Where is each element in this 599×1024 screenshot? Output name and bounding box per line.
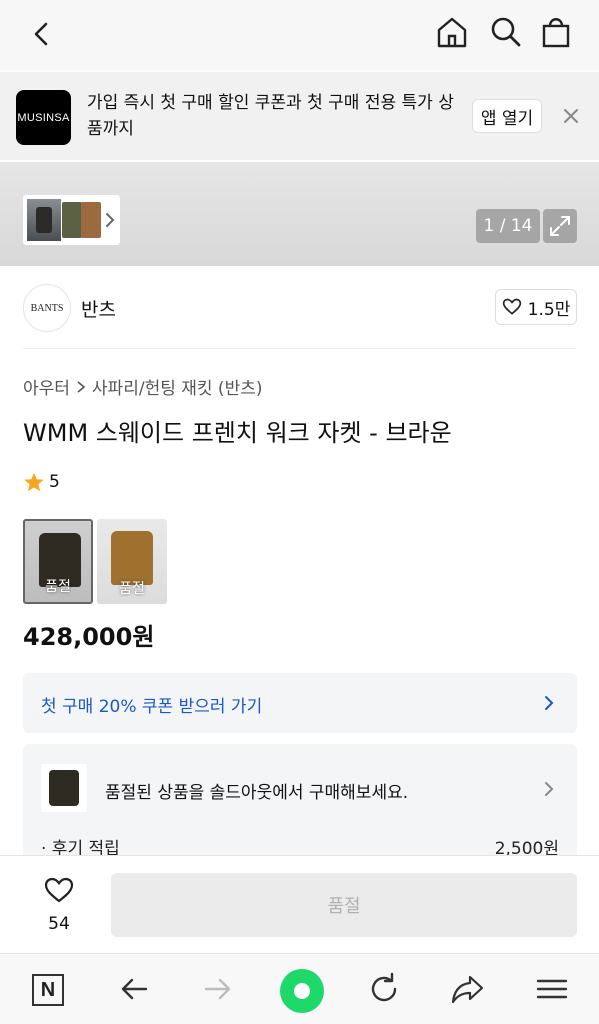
home-icon[interactable] [432,12,472,52]
image-counter: 1 / 14 [476,209,540,243]
wishlist-button[interactable]: 54 [38,876,80,934]
chevron-right-icon [103,209,117,231]
soldout-message: 품절된 상품을 솔드아웃에서 구매해보세요. [105,783,409,803]
coupon-banner[interactable]: 첫 구매 20% 쿠폰 받으러 가기 [23,673,577,733]
menu-icon[interactable] [532,969,572,1009]
close-icon[interactable] [561,106,581,126]
chevron-right-icon [543,694,555,712]
color-option-brown[interactable]: 품절 [97,519,167,604]
open-app-button[interactable]: 앱 열기 [472,99,542,133]
app-install-banner: MUSINSA 가입 즉시 첫 구매 할인 쿠폰과 첫 구매 전용 특가 상품까… [0,72,599,160]
top-nav [0,0,599,70]
back-arrow-icon[interactable] [22,14,62,54]
product-rating[interactable]: 5 [23,471,60,493]
soldout-label: 품절 [119,581,145,597]
musinsa-logo: MUSINSA [16,90,71,145]
expand-icon[interactable] [543,209,577,243]
thumbnail-image[interactable] [62,202,82,238]
naver-green-dot-button[interactable] [280,969,324,1013]
wishlist-count: 54 [48,914,70,934]
brand-name[interactable]: 반츠 [81,295,116,322]
shopping-bag-icon[interactable] [536,12,576,52]
search-icon[interactable] [486,12,526,52]
rating-value: 5 [49,472,60,492]
naver-home-button[interactable]: N [32,974,64,1006]
soldout-recommendation[interactable]: 품절된 상품을 솔드아웃에서 구매해보세요. · 후기 적립 2,500원 [23,744,577,859]
soldout-purchase-button[interactable]: 품절 [111,873,577,937]
product-price: 428,000원 [23,623,155,651]
purchase-action-bar: 54 품절 [0,855,599,953]
refresh-icon[interactable] [364,969,404,1009]
brand-row: BANTS 반츠 1.5만 [23,267,577,349]
thumbnail-image[interactable] [81,202,101,238]
product-image-gallery[interactable]: 1 / 14 [0,162,599,266]
breadcrumb-category[interactable]: 아우터 [23,374,70,399]
chevron-right-icon [543,780,555,798]
product-title: WMM 스웨이드 프렌치 워크 자켓 - 브라운 [23,419,452,447]
share-icon[interactable] [448,969,488,1009]
brand-like-button[interactable]: 1.5만 [495,289,577,325]
soldout-product-image [41,764,87,812]
brand-like-count: 1.5만 [527,299,571,320]
star-icon [24,472,44,492]
heart-icon [44,877,74,903]
soldout-label: 품절 [45,579,71,595]
brand-logo[interactable]: BANTS [23,284,71,332]
back-arrow-icon[interactable] [114,969,154,1009]
browser-toolbar: N [0,953,599,1024]
thumbnail-image[interactable] [27,199,61,241]
banner-message: 가입 즉시 첫 구매 할인 쿠폰과 첫 구매 전용 특가 상품까지 [87,93,454,139]
breadcrumb-subcategory[interactable]: 사파리/헌팅 재킷 (반츠) [92,374,263,399]
coupon-label: 첫 구매 20% 쿠폰 받으러 가기 [41,697,263,717]
chevron-right-icon [77,380,86,393]
gallery-thumbnails[interactable] [23,195,120,245]
forward-arrow-icon[interactable] [198,969,238,1009]
heart-icon [502,298,521,315]
color-option-dark[interactable]: 품절 [23,519,93,604]
breadcrumb: 아우터 사파리/헌팅 재킷 (반츠) [23,374,262,399]
jacket-image [111,531,153,585]
